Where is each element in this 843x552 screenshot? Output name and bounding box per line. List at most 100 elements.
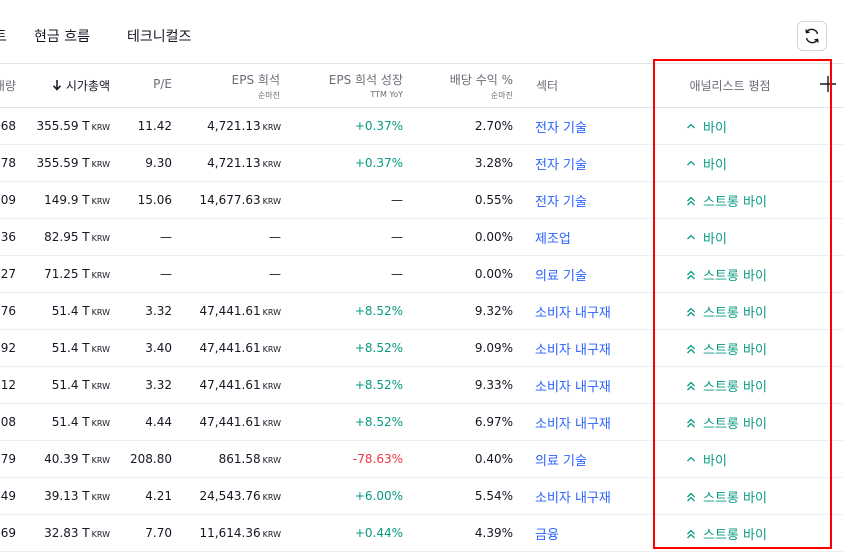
table-row[interactable]: .78 355.59 TKRW 9.30 4,721.13KRW +0.37% 3.28%… (0, 145, 843, 182)
header-market-cap[interactable]: 시가총액 (30, 77, 110, 94)
double-chevron-up-icon (687, 270, 695, 280)
analyst-rating[interactable]: 스트롱 바이 (686, 413, 767, 432)
currency-unit: KRW (91, 382, 110, 391)
table-header: 래량 시가총액 P/E EPS 희석 순마진 EPS 희석 성장 TTM YoY… (0, 63, 843, 108)
dividend-yield-cell: 5.54% (474, 489, 513, 503)
tab-technicals[interactable]: 테크니컬즈 (127, 26, 191, 46)
eps-cell: 4,721.13 KRW (207, 156, 281, 170)
sector-link[interactable]: 소비자 내구재 (535, 413, 611, 432)
pe-cell: 11.42 (137, 119, 172, 133)
sector-link[interactable]: 전자 기술 (535, 154, 587, 173)
eps-cell: 47,441.61 KRW (199, 378, 281, 392)
pe-cell: 3.32 (145, 304, 172, 318)
pe-cell: 3.32 (145, 378, 172, 392)
header-pe[interactable]: P/E (130, 77, 172, 91)
tab-cash-flow[interactable]: 현금 흐름 (34, 26, 90, 46)
dividend-yield-cell: 2.70% (474, 119, 513, 133)
eps-cell: 47,441.61 KRW (199, 415, 281, 429)
dividend-yield-cell: 9.33% (474, 378, 513, 392)
market-cap-cell: 355.59 T KRW (36, 156, 110, 170)
analyst-rating[interactable]: 바이 (686, 117, 727, 136)
currency-unit: KRW (91, 345, 110, 354)
sector-link[interactable]: 의료 기술 (535, 265, 587, 284)
header-volume[interactable]: 래량 (0, 77, 16, 94)
eps-growth-cell: +8.52% (354, 415, 403, 429)
add-column-icon[interactable] (818, 74, 838, 94)
pe-cell: — (160, 230, 172, 244)
sector-link[interactable]: 소비자 내구재 (535, 302, 611, 321)
dividend-yield-cell: 0.55% (474, 193, 513, 207)
sector-link[interactable]: 소비자 내구재 (535, 376, 611, 395)
currency-unit: KRW (262, 456, 281, 465)
header-dividend-yield[interactable]: 배당 수익 % 순마진 (420, 71, 513, 101)
analyst-rating[interactable]: 스트롱 바이 (686, 191, 767, 210)
market-cap-cell: 71.25 T KRW (44, 267, 110, 281)
refresh-button[interactable] (797, 21, 827, 51)
eps-cell: — (269, 230, 281, 244)
table-row[interactable]: .09 149.9 TKRW 15.06 14,677.63KRW — 0.55% 전자 기… (0, 182, 843, 219)
sector-link[interactable]: 전자 기술 (535, 117, 587, 136)
analyst-rating[interactable]: 바이 (686, 450, 727, 469)
sector-link[interactable]: 소비자 내구재 (535, 487, 611, 506)
currency-unit: KRW (262, 419, 281, 428)
pe-cell: — (160, 267, 172, 281)
sector-link[interactable]: 의료 기술 (535, 450, 587, 469)
pe-cell: 3.40 (145, 341, 172, 355)
header-eps-growth[interactable]: EPS 희석 성장 TTM YoY (300, 71, 403, 99)
currency-unit: KRW (91, 234, 110, 243)
table-row[interactable]: .92 51.4 TKRW 3.40 47,441.61KRW +8.52% 9.09% 소… (0, 330, 843, 367)
table-row[interactable]: .76 51.4 TKRW 3.32 47,441.61KRW +8.52% 9.32% 소… (0, 293, 843, 330)
volume-cell: .92 (0, 341, 16, 355)
volume-cell: .49 (0, 489, 16, 503)
volume-cell: .79 (0, 452, 16, 466)
currency-unit: KRW (91, 308, 110, 317)
analyst-rating[interactable]: 스트롱 바이 (686, 339, 767, 358)
currency-unit: KRW (91, 419, 110, 428)
table-row[interactable]: .68 355.59 TKRW 11.42 4,721.13KRW +0.37% 2.70… (0, 108, 843, 145)
currency-unit: KRW (262, 197, 281, 206)
tab-partial[interactable]: 트 (0, 26, 7, 46)
sort-down-arrow-icon (52, 80, 61, 91)
volume-cell: .76 (0, 304, 16, 318)
currency-unit: KRW (91, 197, 110, 206)
sector-link[interactable]: 금융 (535, 524, 559, 543)
market-cap-cell: 51.4 T KRW (51, 304, 110, 318)
currency-unit: KRW (262, 530, 281, 539)
pe-cell: 208.80 (130, 452, 172, 466)
dividend-yield-cell: 9.09% (474, 341, 513, 355)
eps-cell: 4,721.13 KRW (207, 119, 281, 133)
analyst-rating[interactable]: 스트롱 바이 (686, 524, 767, 543)
analyst-rating[interactable]: 스트롱 바이 (686, 302, 767, 321)
currency-unit: KRW (91, 456, 110, 465)
table-row[interactable]: .79 40.39 TKRW 208.80 861.58KRW -78.63% 0.40%… (0, 441, 843, 478)
analyst-rating[interactable]: 스트롱 바이 (686, 487, 767, 506)
currency-unit: KRW (91, 160, 110, 169)
table-row[interactable]: .69 32.83 TKRW 7.70 11,614.36KRW +0.44% 4.39%… (0, 515, 843, 552)
header-eps[interactable]: EPS 희석 순마진 (190, 71, 280, 101)
analyst-rating[interactable]: 바이 (686, 154, 727, 173)
sector-link[interactable]: 제조업 (535, 228, 571, 247)
table-row[interactable]: .27 71.25 TKRW — — — 0.00% 의료 기술 스트롱 바이 (0, 256, 843, 293)
analyst-rating[interactable]: 스트롱 바이 (686, 265, 767, 284)
table-row[interactable]: .08 51.4 TKRW 4.44 47,441.61KRW +8.52% 6.97% 소… (0, 404, 843, 441)
dividend-yield-cell: 4.39% (474, 526, 513, 540)
header-sector[interactable]: 섹터 (536, 77, 596, 94)
sector-link[interactable]: 전자 기술 (535, 191, 587, 210)
currency-unit: KRW (262, 345, 281, 354)
eps-cell: 861.58 KRW (218, 452, 281, 466)
table-row[interactable]: .49 39.13 TKRW 4.21 24,543.76KRW +6.00% 5.54%… (0, 478, 843, 515)
eps-growth-cell: — (391, 230, 403, 244)
double-chevron-up-icon (687, 307, 695, 317)
eps-cell: — (269, 267, 281, 281)
sector-link[interactable]: 소비자 내구재 (535, 339, 611, 358)
table-row[interactable]: .12 51.4 TKRW 3.32 47,441.61KRW +8.52% 9.33% 소… (0, 367, 843, 404)
table-row[interactable]: .36 82.95 TKRW — — — 0.00% 제조업 바이 (0, 219, 843, 256)
market-cap-cell: 32.83 T KRW (44, 526, 110, 540)
analyst-rating[interactable]: 스트롱 바이 (686, 376, 767, 395)
header-analyst-rating[interactable]: 애널리스트 평점 (660, 77, 800, 94)
eps-cell: 47,441.61 KRW (199, 304, 281, 318)
double-chevron-up-icon (687, 196, 695, 206)
eps-growth-cell: -78.63% (352, 452, 403, 466)
analyst-rating[interactable]: 바이 (686, 228, 727, 247)
volume-cell: .12 (0, 378, 16, 392)
